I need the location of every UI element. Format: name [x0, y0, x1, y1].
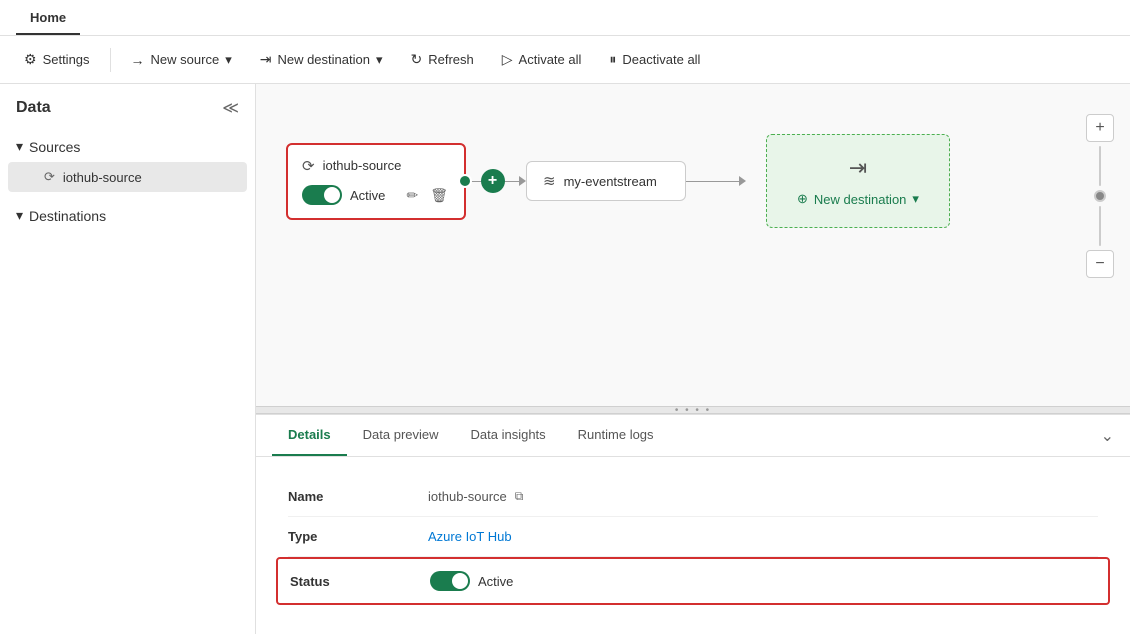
source-node-icon: ⟳	[302, 157, 315, 175]
sidebar-collapse-button[interactable]: ≪	[222, 98, 239, 118]
source-status-label: Active	[350, 188, 385, 203]
source-toggle[interactable]	[302, 185, 342, 205]
new-source-dropdown-icon: ▾	[225, 52, 232, 68]
new-dest-chevron-icon: ▾	[912, 191, 919, 207]
activate-all-button[interactable]: ▷ Activate all	[490, 45, 594, 74]
detail-row-name: Name iothub-source ⧉	[288, 477, 1098, 517]
copy-icon[interactable]: ⧉	[515, 489, 524, 504]
details-collapse-button[interactable]: ⌄	[1101, 426, 1114, 446]
details-tabs: Details Data preview Data insights Runti…	[256, 415, 1130, 457]
source-node[interactable]: ⟳ iothub-source Active ✏ 🗑	[286, 143, 466, 220]
arrow-connector-2	[686, 176, 746, 186]
flow-canvas: ⟳ iothub-source Active ✏ 🗑	[256, 84, 1130, 406]
deactivate-all-button[interactable]: ⏸ Deactivate all	[597, 45, 712, 74]
sidebar-item-iothub-source[interactable]: ⟳ iothub-source	[8, 162, 247, 192]
settings-button[interactable]: ⚙ Settings	[12, 45, 102, 74]
settings-icon: ⚙	[24, 51, 37, 68]
canvas-area: ⟳ iothub-source Active ✏ 🗑	[256, 84, 1130, 634]
details-panel: Details Data preview Data insights Runti…	[256, 414, 1130, 634]
toolbar: ⚙ Settings → New source ▾ ⇥ New destinat…	[0, 36, 1130, 84]
zoom-controls: + −	[1086, 114, 1114, 278]
tab-runtime-logs[interactable]: Runtime logs	[562, 415, 670, 456]
sidebar-section-destinations: ▾ Destinations	[0, 197, 255, 234]
arrow-head-1	[519, 176, 526, 186]
arrow-head-2	[739, 176, 746, 186]
activate-icon: ▷	[502, 51, 513, 68]
new-source-button[interactable]: → New source ▾	[119, 46, 244, 74]
type-value[interactable]: Azure IoT Hub	[428, 529, 512, 544]
tab-details[interactable]: Details	[272, 415, 347, 456]
new-destination-node-button[interactable]: ⊕ New destination ▾	[797, 191, 919, 207]
tab-bar: Home	[0, 0, 1130, 36]
main-layout: Data ≪ ▾ Sources ⟳ iothub-source ▾ Desti…	[0, 84, 1130, 634]
status-active-text: Active	[478, 574, 513, 589]
zoom-handle[interactable]	[1094, 190, 1106, 202]
status-active-row: Active	[430, 571, 513, 591]
iothub-source-icon: ⟳	[44, 169, 55, 185]
destination-node[interactable]: ⇥ ⊕ New destination ▾	[766, 134, 950, 228]
tab-data-insights[interactable]: Data insights	[455, 415, 562, 456]
name-value-row: iothub-source ⧉	[428, 489, 523, 504]
arrow-connector-1: +	[466, 169, 526, 193]
node-actions: ✏ 🗑	[404, 185, 450, 206]
type-label: Type	[288, 529, 408, 544]
detail-row-type: Type Azure IoT Hub	[288, 517, 1098, 557]
new-source-icon: →	[131, 52, 145, 68]
refresh-icon: ↻	[410, 51, 422, 68]
new-destination-icon: ⇥	[260, 51, 272, 68]
tab-data-preview[interactable]: Data preview	[347, 415, 455, 456]
sidebar-title: Data	[16, 99, 51, 117]
status-toggle[interactable]	[430, 571, 470, 591]
details-content: Name iothub-source ⧉ Type Azure IoT Hub …	[256, 457, 1130, 625]
new-dest-plus-icon: ⊕	[797, 191, 808, 207]
sidebar-section-sources-header[interactable]: ▾ Sources	[0, 132, 255, 161]
sidebar-section-destinations-header[interactable]: ▾ Destinations	[0, 201, 255, 230]
source-connector-dot	[458, 174, 472, 188]
destination-icon: ⇥	[849, 155, 867, 181]
refresh-button[interactable]: ↻ Refresh	[398, 45, 485, 74]
node-delete-button[interactable]: 🗑	[428, 185, 450, 206]
arrow-line-3	[686, 181, 739, 182]
zoom-out-button[interactable]: −	[1086, 250, 1114, 278]
canvas-resize-handle[interactable]: • • • •	[256, 406, 1130, 414]
node-edit-button[interactable]: ✏	[404, 185, 420, 206]
eventstream-icon: ≋	[543, 172, 556, 190]
eventstream-node[interactable]: ≋ my-eventstream	[526, 161, 686, 201]
detail-row-status: Status Active	[276, 557, 1110, 605]
name-label: Name	[288, 489, 408, 504]
details-tabs-left: Details Data preview Data insights Runti…	[272, 415, 670, 456]
zoom-track	[1099, 146, 1101, 186]
new-destination-dropdown-icon: ▾	[376, 52, 383, 68]
deactivate-icon: ⏸	[609, 51, 616, 68]
destinations-chevron-icon: ▾	[16, 207, 23, 224]
sidebar-header: Data ≪	[0, 84, 255, 128]
flow-content: ⟳ iothub-source Active ✏ 🗑	[286, 134, 1070, 228]
source-node-title: ⟳ iothub-source	[302, 157, 450, 175]
tab-home[interactable]: Home	[16, 2, 80, 35]
new-destination-button[interactable]: ⇥ New destination ▾	[248, 45, 395, 74]
toolbar-divider-1	[110, 48, 111, 72]
zoom-track-2	[1099, 206, 1101, 246]
name-value: iothub-source	[428, 489, 507, 504]
sidebar-section-sources: ▾ Sources ⟳ iothub-source	[0, 128, 255, 197]
zoom-in-button[interactable]: +	[1086, 114, 1114, 142]
node-toggle-row: Active ✏ 🗑	[302, 185, 450, 206]
add-node-button[interactable]: +	[481, 169, 505, 193]
status-label: Status	[290, 574, 410, 589]
sidebar: Data ≪ ▾ Sources ⟳ iothub-source ▾ Desti…	[0, 84, 256, 634]
sources-chevron-icon: ▾	[16, 138, 23, 155]
